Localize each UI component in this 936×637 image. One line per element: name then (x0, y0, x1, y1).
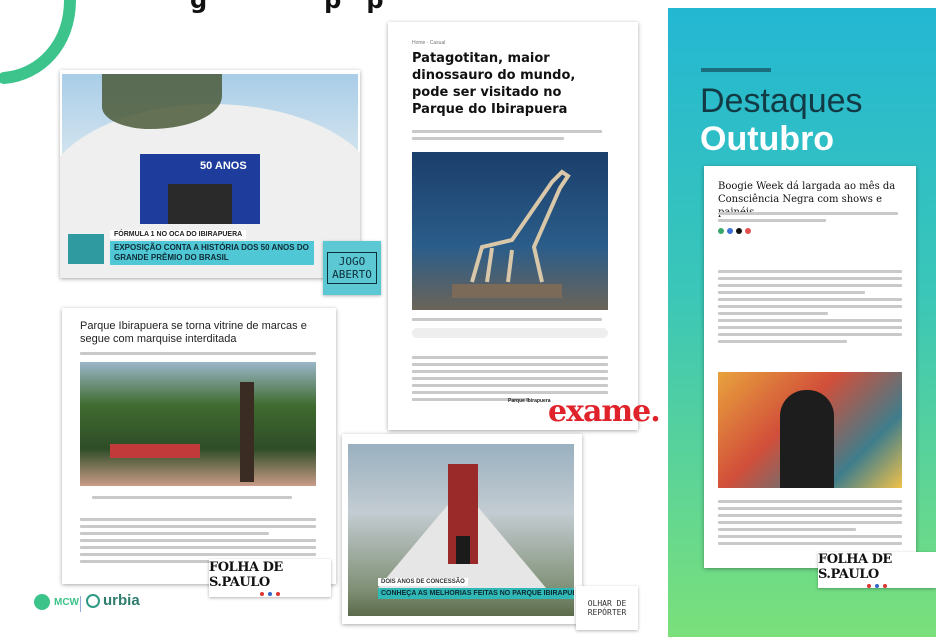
folha-boogie-photo (718, 372, 902, 488)
folha-logo-1: FOLHA DE S.PAULO (209, 559, 331, 597)
jogo-aberto-text: JOGO ABERTO (327, 252, 377, 284)
folha-logo-1-text: FOLHA DE S.PAULO (209, 560, 283, 590)
tv-expo-frame: 50 ANOS FÓRMULA 1 NO OCA DO IBIRAPUERA E… (60, 74, 360, 278)
panel-accent-bar (701, 68, 771, 72)
folha-park-headline: Parque Ibirapuera se torna vitrine de ma… (80, 320, 307, 345)
expo-banner-text: 50 ANOS (200, 160, 247, 172)
tv-expo-card: 50 ANOS FÓRMULA 1 NO OCA DO IBIRAPUERA E… (60, 70, 360, 278)
dinosaur-skeleton-icon (452, 169, 571, 298)
logo-divider (80, 596, 81, 612)
expo-door (168, 184, 232, 224)
folha-boogie-body-lines-top (718, 266, 902, 347)
exame-caption-lines (412, 314, 602, 325)
exame-logo: exame. (548, 394, 661, 429)
folha-boogie-body-lines-bottom (718, 496, 902, 549)
share-icon[interactable] (727, 228, 733, 234)
jogo-aberto-logo: JOGO ABERTO (323, 241, 381, 295)
tv-lower-third: FÓRMULA 1 NO OCA DO IBIRAPUERA EXPOSIÇÃO… (62, 230, 332, 266)
tv-lower-third-main: EXPOSIÇÃO CONTA A HISTÓRIA DOS 50 ANOS D… (110, 241, 314, 265)
folha-park-card: Parque Ibirapuera se torna vitrine de ma… (62, 308, 336, 584)
exame-photo (412, 152, 608, 310)
urbia-text: urbia (103, 592, 140, 609)
share-icon[interactable] (718, 228, 724, 234)
tv-oca-card: DOIS ANOS DE CONCESSÃO CONHEÇA AS MELHOR… (342, 434, 582, 624)
olhar-reporter-logo: OLHAR DE REPÓRTER (576, 586, 638, 630)
folha-boogie-card: Boogie Week dá largada ao mês da Consciê… (704, 166, 916, 568)
folha-boogie-subtitle-lines (718, 208, 898, 226)
tv-oca-lower-third-main: CONHEÇA AS MELHORIAS FEITAS NO PARQUE IB… (378, 588, 574, 599)
olhar-reporter-text: OLHAR DE REPÓRTER (587, 599, 627, 617)
exame-breadcrumb: Home · Casual (412, 40, 446, 46)
urbia-icon (86, 593, 100, 608)
tv-oca-frame: DOIS ANOS DE CONCESSÃO CONHEÇA AS MELHOR… (348, 444, 574, 616)
tower-door-shape (456, 536, 470, 564)
panel-title-line1: Destaques (700, 82, 863, 120)
exame-audio-player (412, 328, 608, 338)
mcw-text: MCW (54, 596, 79, 608)
folha-logo-1-dots (260, 592, 280, 596)
panel-title-line2: Outubro (700, 120, 835, 158)
share-icon[interactable] (736, 228, 742, 234)
urbia-logo: urbia (86, 592, 140, 609)
folha-logo-2-dots (867, 584, 887, 588)
exame-headline: Patagotitan, maior dinossauro do mundo, … (412, 51, 576, 117)
folha-logo-2-text: FOLHA DE S.PAULO (818, 552, 892, 582)
tv-oca-lower-third-small: DOIS ANOS DE CONCESSÃO (378, 578, 468, 586)
page-title-partial: g p p (190, 0, 384, 14)
folha-boogie-share-icons (718, 228, 751, 234)
exame-body-link[interactable]: Parque Ibirapuera (508, 398, 551, 404)
folha-park-share-row (92, 492, 292, 503)
tv-lower-third-logo (68, 234, 104, 264)
exame-subtitle-lines (412, 126, 602, 144)
folha-logo-2: FOLHA DE S.PAULO (818, 552, 936, 588)
person-shape (780, 390, 834, 488)
red-awning-shape (110, 444, 200, 458)
folha-park-photo (80, 362, 316, 486)
tv-lower-third-small: FÓRMULA 1 NO OCA DO IBIRAPUERA (110, 230, 247, 239)
expo-entrance: 50 ANOS (140, 154, 260, 224)
exame-article-card: Home · Casual Patagotitan, maior dinossa… (388, 22, 638, 430)
mcw-logo: MCW (34, 594, 79, 610)
folha-park-subtitle-lines (80, 348, 316, 359)
share-icon[interactable] (745, 228, 751, 234)
mcw-icon (34, 594, 50, 610)
tree-trunk-shape (240, 382, 254, 482)
